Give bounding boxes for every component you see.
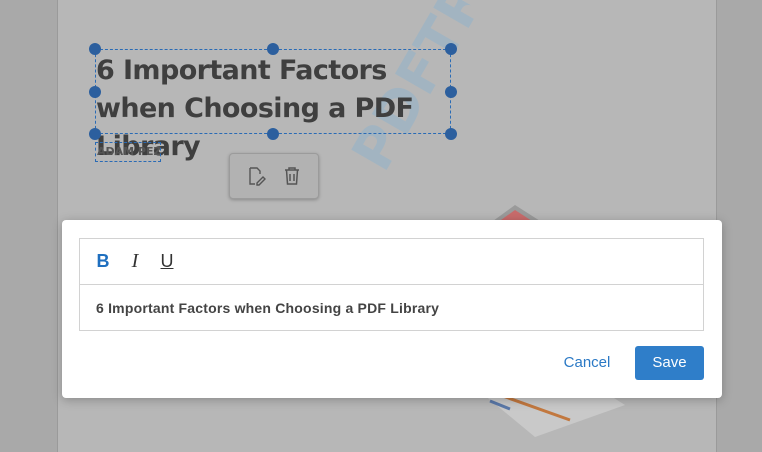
trash-icon [285, 167, 299, 185]
resize-handle-top-right[interactable] [445, 43, 457, 55]
edit-pencil-icon [249, 167, 266, 186]
save-button[interactable]: Save [635, 346, 704, 380]
resize-handle-top-center[interactable] [267, 43, 279, 55]
bold-button[interactable]: B [94, 251, 112, 273]
rich-text-editor: B I U 6 Important Factors when Choosing … [79, 238, 704, 331]
resize-handle-bottom-center[interactable] [267, 128, 279, 140]
resize-handle-bottom-right[interactable] [445, 128, 457, 140]
resize-handle-middle-left[interactable] [89, 86, 101, 98]
underline-button[interactable]: U [158, 251, 176, 273]
author-text-box[interactable]: ADAM PEZ [95, 142, 161, 162]
italic-button[interactable]: I [126, 250, 144, 273]
delete-button[interactable] [280, 164, 304, 188]
resize-handle-middle-right[interactable] [445, 86, 457, 98]
content-edit-toolbar [229, 153, 319, 199]
title-selection-box[interactable] [95, 49, 451, 134]
cancel-button[interactable]: Cancel [550, 346, 624, 380]
edit-text-button[interactable] [244, 164, 268, 188]
resize-handle-top-left[interactable] [89, 43, 101, 55]
text-edit-area[interactable]: 6 Important Factors when Choosing a PDF … [80, 285, 703, 331]
resize-handle-bottom-left[interactable] [89, 128, 101, 140]
edit-text-dialog: B I U 6 Important Factors when Choosing … [62, 220, 722, 398]
formatting-toolbar: B I U [80, 239, 703, 285]
